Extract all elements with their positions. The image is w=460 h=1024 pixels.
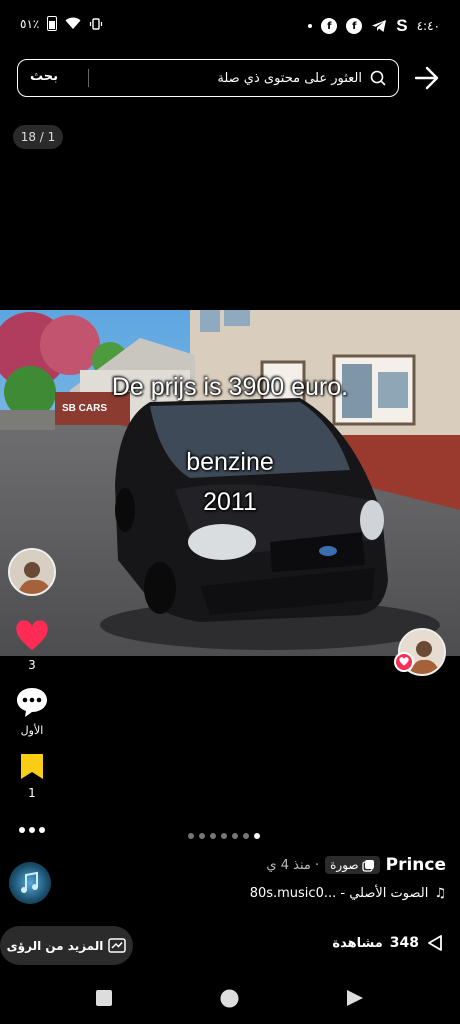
music-text: الصوت الأصلي - ...80s.music0	[249, 886, 429, 901]
heart-icon	[399, 657, 409, 666]
status-right: f f S ٤:٤٠	[308, 16, 440, 36]
carousel-dot	[254, 833, 260, 839]
more-button[interactable]	[12, 820, 52, 844]
music-row[interactable]: ♫ الصوت الأصلي - ...80s.music0	[250, 886, 446, 901]
time-ago-text: منذ 4 ي	[266, 857, 311, 873]
post-type-label: صورة	[330, 858, 359, 872]
views-count: 348	[389, 935, 419, 951]
views-row: 348 مشاهدة	[332, 934, 444, 952]
year-text: 2011	[203, 488, 257, 516]
comment-button[interactable]: الأول	[12, 686, 52, 737]
facebook-icon: f	[346, 18, 363, 34]
search-icon	[370, 70, 386, 86]
time-ago: · منذ 4 ي	[266, 857, 320, 873]
search-input[interactable]: العثور على محتوى ذي صلة	[217, 71, 362, 86]
telegram-icon	[372, 20, 387, 32]
system-nav-bar	[0, 970, 460, 1024]
music-note-icon	[21, 871, 38, 893]
save-count: 1	[28, 786, 36, 800]
more-insights-label: المزيد من الرؤى	[6, 938, 104, 953]
search-button[interactable]: بحث	[30, 69, 58, 84]
page-counter: 18 / 1	[13, 125, 63, 149]
save-button[interactable]: 1	[12, 752, 52, 800]
like-count: 3	[28, 658, 36, 672]
dot-icon	[308, 24, 313, 28]
carousel-dots	[188, 833, 260, 839]
arrow-right-icon[interactable]	[412, 64, 442, 92]
battery-percent: ٥١٪	[20, 16, 40, 31]
home-icon[interactable]	[220, 989, 239, 1008]
heart-icon	[16, 620, 48, 651]
post-type-badge: صورة	[325, 856, 380, 874]
s-app-icon: S	[396, 16, 408, 35]
post-photo[interactable]: SB CARS De prijs is 3900 euro. benzine 2…	[0, 310, 460, 656]
comment-label: الأول	[20, 724, 44, 737]
status-left: ٥١٪	[20, 16, 103, 31]
sign-text: SB CARS	[62, 403, 107, 414]
carousel-dot	[243, 833, 249, 839]
search-divider	[88, 69, 89, 87]
carousel-dot	[188, 833, 194, 839]
views-label: مشاهدة	[332, 935, 383, 951]
wifi-icon	[65, 17, 81, 29]
status-bar: ٥١٪ f f S ٤:٤٠	[0, 0, 460, 52]
more-insights-button[interactable]: المزيد من الرؤى	[0, 926, 133, 965]
carousel-dot	[232, 833, 238, 839]
facebook-icon: f	[321, 18, 338, 34]
search-bar[interactable]: العثور على محتوى ذي صلة بحث	[17, 59, 399, 97]
author-row: Prince صورة · منذ 4 ي	[266, 855, 446, 875]
battery-icon	[47, 16, 58, 31]
photo-mode-icon	[361, 859, 374, 872]
carousel-dot	[210, 833, 216, 839]
carousel-dot	[221, 833, 227, 839]
author-avatar[interactable]	[8, 548, 56, 596]
viewer-like-badge	[394, 652, 414, 672]
like-button[interactable]: 3	[12, 620, 52, 672]
music-disc[interactable]	[9, 862, 51, 904]
carousel-dot	[199, 833, 205, 839]
fuel-text: benzine	[186, 448, 274, 476]
author-name[interactable]: Prince	[386, 855, 446, 875]
car-photo: SB CARS	[0, 310, 460, 656]
comment-icon	[17, 688, 47, 717]
clock: ٤:٤٠	[416, 19, 440, 33]
recents-icon[interactable]	[96, 990, 112, 1006]
more-dots-icon	[19, 827, 45, 833]
insights-chart-icon	[108, 938, 127, 953]
price-text: De prijs is 3900 euro.	[111, 373, 349, 401]
music-note-icon: ♫	[434, 886, 446, 901]
play-icon	[428, 935, 442, 951]
bookmark-icon	[21, 754, 43, 779]
vibrate-icon	[90, 17, 103, 30]
back-icon[interactable]	[346, 989, 364, 1007]
